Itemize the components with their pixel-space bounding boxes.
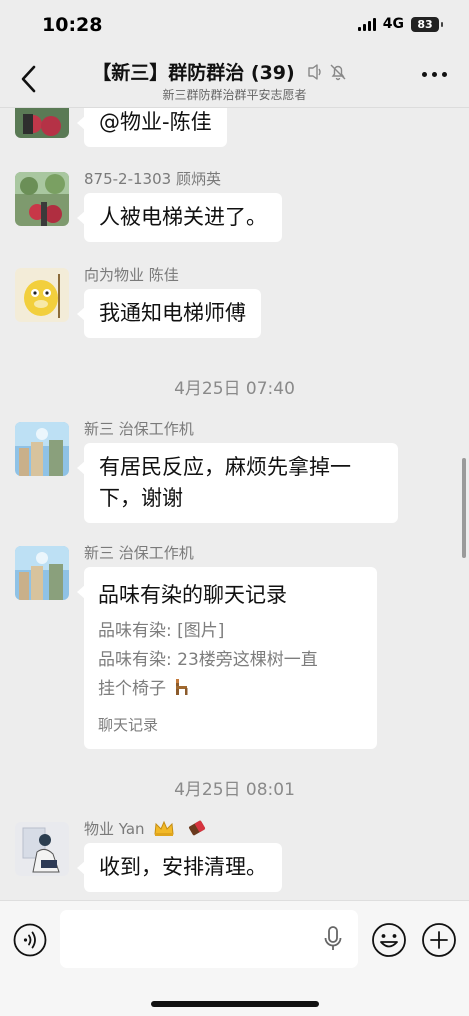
chat-header: 【新三】群防群治 (39) 新三群防群治群平安志愿者 (0, 52, 469, 108)
status-indicators: 4G 83 (357, 16, 443, 32)
earpiece-icon (308, 63, 321, 80)
battery-icon: 83 (411, 16, 443, 32)
network-type: 4G (382, 16, 404, 32)
avatar[interactable] (15, 546, 69, 600)
emoji-button[interactable] (371, 922, 407, 958)
home-indicator[interactable] (151, 1001, 319, 1007)
message-item: 新三 治保工作机 有居民反应，麻烦先拿掉一 下，谢谢 (0, 420, 469, 532)
more-icon-dot (442, 72, 447, 77)
mic-button[interactable] (322, 925, 344, 953)
message-line: 有居民反应，麻烦先拿掉一 (99, 455, 351, 479)
chocolate-icon (189, 820, 206, 836)
sender-name: 向为物业 陈佳 (84, 266, 179, 284)
sender-name-row: 物业 Yan (84, 818, 208, 839)
record-footer: 聊天记录 (98, 716, 159, 734)
avatar[interactable] (15, 268, 69, 322)
voice-icon (13, 923, 47, 957)
message-input[interactable] (60, 910, 358, 968)
input-bar (0, 900, 469, 1016)
scroll-indicator[interactable] (462, 458, 466, 558)
more-button[interactable] (422, 72, 447, 77)
message-bubble[interactable]: 有居民反应，麻烦先拿掉一 下，谢谢 (77, 443, 398, 523)
record-line: 品味有染: [图片] (98, 621, 225, 641)
voice-button[interactable] (13, 923, 47, 957)
message-item: 物业 Yan 收到，安排清理。 (0, 820, 469, 900)
chat-title: 【新三】群防群治 (39) (92, 62, 295, 84)
message-bubble[interactable]: @物业-陈佳 (77, 108, 227, 147)
avatar[interactable] (15, 108, 69, 138)
message-bubble[interactable]: 人被电梯关进了。 (77, 193, 282, 242)
chat-subtitle: 新三群防群治群平安志愿者 (162, 88, 307, 102)
signal-icon (357, 17, 376, 31)
message-item: @物业-陈佳 (0, 108, 469, 158)
record-title: 品味有染的聊天记录 (98, 583, 287, 607)
crown-icon (154, 820, 174, 836)
more-icon-dot (432, 72, 437, 77)
message-line: 下，谢谢 (99, 486, 183, 510)
status-bar: 10:28 4G 83 (0, 0, 469, 52)
sender-name: 新三 治保工作机 (84, 420, 194, 438)
sender-name: 新三 治保工作机 (84, 544, 194, 562)
record-line: 挂个椅子 (98, 675, 363, 704)
avatar[interactable] (15, 822, 69, 876)
mic-icon (324, 926, 342, 950)
sender-name: 物业 Yan (84, 820, 145, 838)
message-item: 新三 治保工作机 品味有染的聊天记录 品味有染: [图片] 品味有染: 23楼旁… (0, 544, 469, 749)
chat-record-card[interactable]: 品味有染的聊天记录 品味有染: [图片] 品味有染: 23楼旁这棵树一直 挂个椅… (77, 567, 377, 749)
emoji-icon (372, 923, 406, 957)
status-time: 10:28 (42, 14, 103, 36)
timestamp: 4月25日 08:01 (174, 780, 295, 800)
timestamp: 4月25日 07:40 (174, 379, 295, 399)
mute-bell-icon (330, 64, 346, 80)
plus-icon (422, 923, 456, 957)
message-bubble[interactable]: 我通知电梯师傅 (77, 289, 261, 338)
message-list[interactable]: @物业-陈佳 875-2-1303 顾炳英 人被电梯关进了。 向为物业 陈佳 我… (0, 108, 469, 900)
message-bubble[interactable]: 收到，安排清理。 (77, 843, 282, 892)
avatar[interactable] (15, 172, 69, 226)
more-icon-dot (422, 72, 427, 77)
message-item: 向为物业 陈佳 我通知电梯师傅 (0, 266, 469, 358)
record-line: 品味有染: 23楼旁这棵树一直 (98, 650, 318, 670)
record-line-text: 挂个椅子 (98, 679, 166, 699)
chat-title-row: 【新三】群防群治 (39) (0, 58, 469, 85)
message-item: 875-2-1303 顾炳英 人被电梯关进了。 (0, 170, 469, 262)
plus-button[interactable] (421, 922, 457, 958)
sender-name: 875-2-1303 顾炳英 (84, 170, 221, 188)
avatar[interactable] (15, 422, 69, 476)
chair-icon (176, 679, 188, 695)
